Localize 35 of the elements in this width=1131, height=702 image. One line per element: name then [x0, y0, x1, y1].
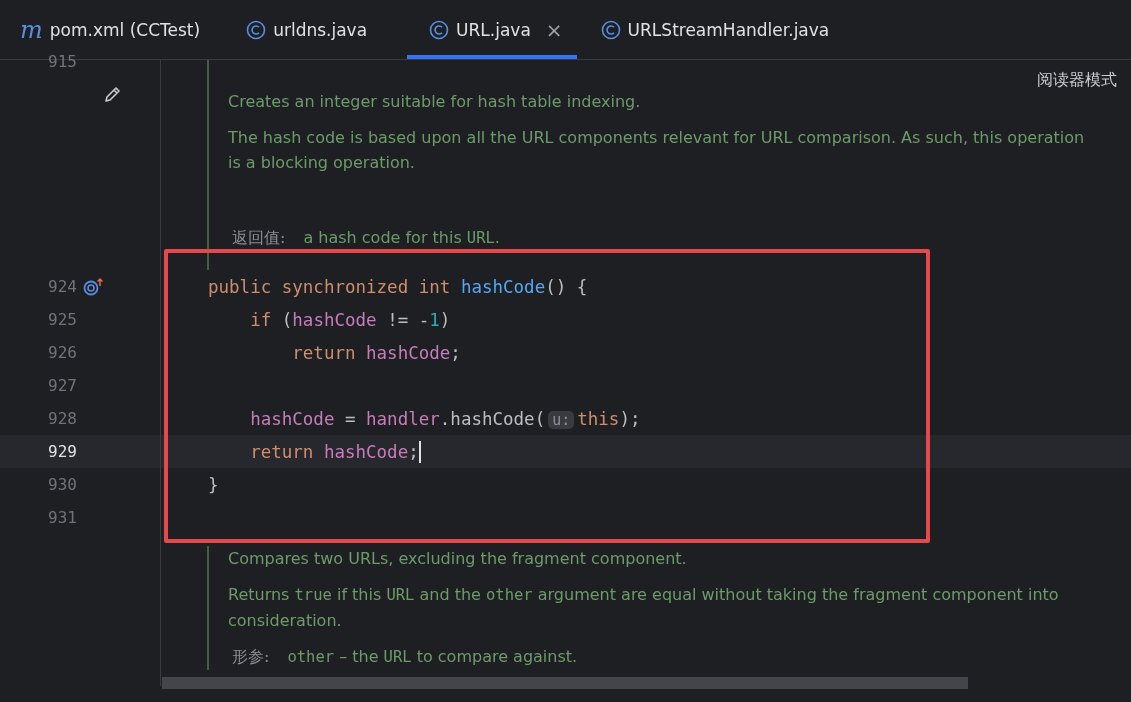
reader-mode-link[interactable]: 阅读器模式: [1037, 70, 1117, 91]
class-icon: [429, 19, 450, 40]
code-line: if (hashCode != -1): [249, 309, 451, 330]
line-number: 929: [48, 442, 77, 461]
maven-icon: m: [20, 17, 43, 42]
line-number: 924: [48, 277, 77, 296]
line-number: 925: [48, 310, 77, 329]
class-icon: [246, 19, 267, 40]
line-number: 926: [48, 343, 77, 362]
line-number: 930: [48, 475, 77, 494]
doc-tag-label: 形参:: [232, 646, 270, 668]
close-button[interactable]: ×: [545, 17, 563, 42]
code-line: }: [208, 474, 219, 495]
line-number: 928: [48, 409, 77, 428]
file-tab[interactable]: urldns.java: [240, 0, 390, 59]
doc-tag-label: 返回值:: [232, 227, 286, 249]
doc-text: Compares two URLs, excluding the fragment component.: [228, 548, 688, 570]
code-line: hashCode = handler.hashCode( u: this);: [249, 408, 641, 429]
line-number: 931: [48, 508, 77, 527]
pencil-icon: [103, 84, 123, 104]
code-line: public synchronized int hashCode() {: [208, 276, 588, 297]
doc-text: The hash code is based upon all the URL components relevant for URL comparison. As such, this operation is a blocking operation.: [228, 127, 1086, 174]
text-caret: [418, 440, 421, 463]
doc-text: Creates an integer suitable for hash table indexing.: [228, 91, 642, 113]
file-tab[interactable]: URLStreamHandler.java: [594, 0, 852, 59]
doc-text: Returns true if this URL and the other argument are equal without taking the fragment component into consideration.: [228, 584, 1060, 632]
code-line: return hashCode;: [291, 342, 461, 363]
doc-text: other – the URL to compare against.: [287, 646, 578, 668]
class-icon: [600, 19, 621, 40]
file-tab[interactable]: URL.java ×: [407, 0, 577, 59]
doc-text: a hash code for this URL.: [303, 227, 500, 249]
line-number: 927: [48, 376, 77, 395]
code-line: return hashCode;: [249, 441, 419, 462]
line-number: 915: [48, 52, 77, 71]
horizontal-scrollbar[interactable]: [162, 677, 968, 689]
